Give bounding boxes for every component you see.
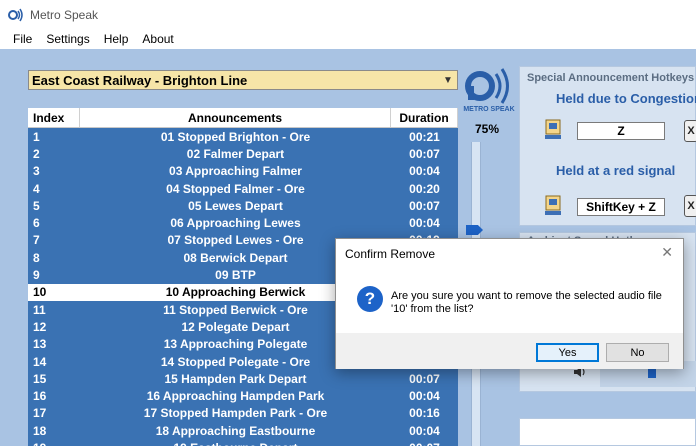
row-index: 6: [33, 216, 40, 231]
row-duration: 00:21: [409, 129, 440, 144]
row-duration: 00:07: [409, 371, 440, 386]
header-announcements[interactable]: Announcements: [80, 108, 391, 127]
bottom-panel: [519, 418, 696, 446]
table-row[interactable]: 3 03 Approaching Falmer 00:04: [28, 163, 458, 180]
row-index: 14: [33, 354, 47, 369]
no-button[interactable]: No: [606, 343, 669, 362]
header-duration[interactable]: Duration: [391, 108, 458, 127]
row-duration: 00:16: [409, 406, 440, 421]
row-index: 4: [33, 181, 40, 196]
row-duration: 00:04: [409, 389, 440, 404]
menu-about[interactable]: About: [135, 32, 180, 46]
row-announcement: 19 Eastbourne Depart: [80, 441, 391, 446]
table-row[interactable]: 1919 Eastbourne Depart00:07: [28, 439, 458, 446]
table-row[interactable]: 2 02 Falmer Depart 00:07: [28, 145, 458, 162]
table-row[interactable]: 6 06 Approaching Lewes 00:04: [28, 214, 458, 231]
hotkey-clear-button-congestion[interactable]: X: [684, 120, 696, 142]
hotkey-label-congestion: Held due to Congestion: [556, 91, 696, 106]
row-index: 15: [33, 371, 47, 386]
menu-help[interactable]: Help: [97, 32, 136, 46]
row-duration: 00:07: [391, 441, 458, 446]
dialog-message: Are you sure you want to remove the sele…: [391, 290, 662, 315]
metro-speak-app-icon: [8, 7, 24, 23]
hotkey-label-red-signal: Held at a red signal: [556, 163, 676, 178]
row-announcement: 17 Stopped Hampden Park - Ore: [143, 406, 328, 421]
row-duration: 00:04: [409, 423, 440, 438]
table-row[interactable]: 17 17 Stopped Hampden Park - Ore 00:16: [28, 405, 458, 422]
row-announcement: 02 Falmer Depart: [186, 146, 285, 161]
row-index: 8: [33, 250, 40, 265]
row-index: 12: [33, 319, 47, 334]
table-row[interactable]: 18 18 Approaching Eastbourne 00:04: [28, 422, 458, 439]
hotkey-clear-button-red-signal[interactable]: X: [684, 195, 696, 217]
row-index: 7: [33, 233, 40, 248]
row-announcement: 04 Stopped Falmer - Ore: [166, 181, 305, 196]
row-index: 18: [33, 423, 47, 438]
title-bar: Metro Speak: [0, 0, 696, 29]
yes-button[interactable]: Yes: [536, 343, 599, 362]
row-index: 10: [33, 285, 47, 300]
row-index: 11: [33, 302, 46, 317]
logo-text: METRO SPEAK: [463, 106, 515, 113]
row-index: 3: [33, 164, 40, 179]
row-duration: 00:07: [409, 198, 440, 213]
row-announcement: 15 Hampden Park Depart: [164, 371, 307, 386]
row-announcement: 06 Approaching Lewes: [170, 216, 301, 231]
volume-label: 75%: [474, 122, 500, 136]
row-index: 9: [33, 268, 40, 283]
row-announcement: 05 Lewes Depart: [188, 198, 283, 213]
table-row[interactable]: 16 16 Approaching Hampden Park 00:04: [28, 387, 458, 404]
menu-file[interactable]: File: [0, 32, 39, 46]
row-index: 13: [33, 337, 47, 352]
special-hotkeys-panel: Special Announcement Hotkeys Held due to…: [519, 66, 696, 226]
row-duration: 00:07: [409, 146, 440, 161]
dialog-title: Confirm Remove: [345, 247, 436, 261]
announcement-file-icon[interactable]: [543, 119, 563, 141]
window-title: Metro Speak: [30, 7, 99, 22]
hotkey-input-congestion[interactable]: Z: [577, 122, 665, 140]
hotkey-input-red-signal[interactable]: ShiftKey + Z: [577, 198, 665, 216]
table-row[interactable]: 15 15 Hampden Park Depart 00:07: [28, 370, 458, 387]
table-row[interactable]: 4 04 Stopped Falmer - Ore 00:20: [28, 180, 458, 197]
route-select-value: East Coast Railway - Brighton Line: [32, 72, 248, 88]
row-index: 1: [33, 129, 40, 144]
confirm-remove-dialog: Confirm Remove ✕ ? Are you sure you want…: [335, 238, 684, 369]
row-index: 16: [33, 389, 47, 404]
row-announcement: 03 Approaching Falmer: [169, 164, 302, 179]
menu-settings[interactable]: Settings: [39, 32, 96, 46]
row-announcement: 16 Approaching Hampden Park: [146, 389, 325, 404]
row-duration: 00:04: [409, 216, 440, 231]
list-header: Index Announcements Duration: [28, 108, 458, 128]
row-announcement: 18 Approaching Eastbourne: [155, 423, 316, 438]
row-index: 19: [28, 441, 80, 446]
header-index[interactable]: Index: [28, 108, 80, 127]
menu-bar: File Settings Help About: [0, 29, 696, 49]
chevron-down-icon[interactable]: ▼: [439, 71, 457, 89]
table-row[interactable]: 5 05 Lewes Depart 00:07: [28, 197, 458, 214]
row-index: 2: [33, 146, 40, 161]
table-row[interactable]: 1 01 Stopped Brighton - Ore 00:21: [28, 128, 458, 145]
question-icon: ?: [357, 286, 383, 312]
close-icon[interactable]: ✕: [661, 244, 673, 261]
row-index: 17: [33, 406, 47, 421]
route-select[interactable]: East Coast Railway - Brighton Line ▼: [28, 70, 458, 90]
row-duration: 00:04: [409, 164, 440, 179]
announcement-file-icon[interactable]: [543, 195, 563, 217]
row-announcement: 01 Stopped Brighton - Ore: [160, 129, 311, 144]
row-index: 5: [33, 198, 40, 213]
special-hotkeys-title: Special Announcement Hotkeys: [527, 72, 695, 84]
row-duration: 00:20: [409, 181, 440, 196]
